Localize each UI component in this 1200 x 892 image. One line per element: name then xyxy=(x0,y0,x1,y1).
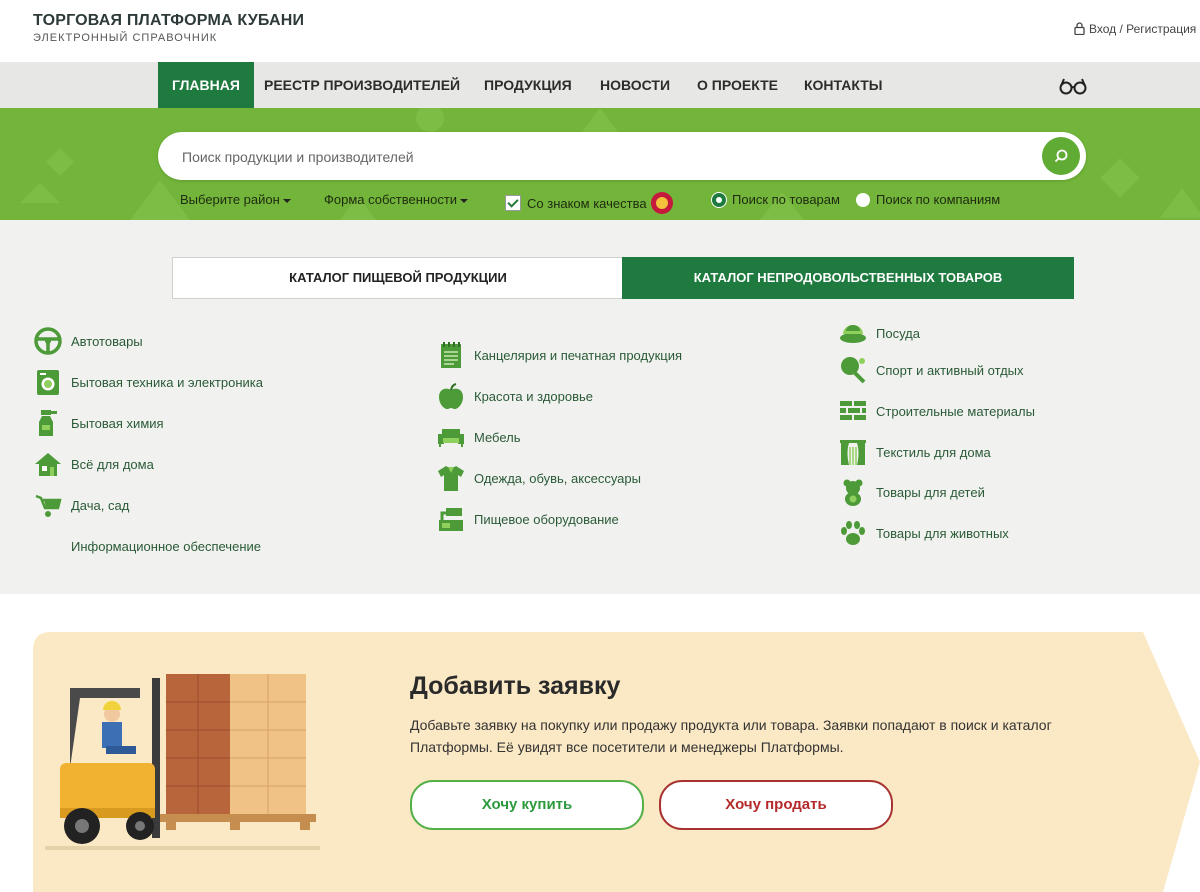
radio-companies-label: Поиск по компаниям xyxy=(876,192,1001,207)
washing-machine-icon xyxy=(37,370,59,395)
top-header: ТОРГОВАЯ ПЛАТФОРМА КУБАНИ ЭЛЕКТРОННЫЙ СП… xyxy=(0,0,1200,62)
ownership-select[interactable]: Форма собственности xyxy=(324,192,469,207)
category-stationery[interactable]: Канцелярия и печатная продукция xyxy=(436,340,682,370)
search-icon xyxy=(1054,149,1068,163)
plates-icon xyxy=(840,325,866,343)
category-label: Одежда, обувь, аксессуары xyxy=(474,470,641,486)
teddy-bear-icon xyxy=(843,479,863,506)
category-label: Автотовары xyxy=(71,333,143,349)
category-label: Красота и здоровье xyxy=(474,388,594,404)
category-kids[interactable]: Товары для детей xyxy=(838,477,985,507)
radio-goods-label: Поиск по товарам xyxy=(732,192,840,207)
lock-icon xyxy=(1074,22,1085,36)
category-textile[interactable]: Текстиль для дома xyxy=(838,437,991,467)
category-garden[interactable]: Дача, сад xyxy=(33,490,129,520)
category-auto[interactable]: Автотовары xyxy=(33,326,143,356)
forklift-illustration xyxy=(45,674,320,850)
want-to-buy-button[interactable]: Хочу купить xyxy=(410,780,644,830)
spray-bottle-icon xyxy=(39,410,57,436)
quality-label: Со знаком качества xyxy=(527,196,647,211)
bricks-icon xyxy=(840,401,866,420)
category-label: Товары для животных xyxy=(876,525,1009,541)
category-label: Информационное обеспечение xyxy=(71,538,261,554)
category-home[interactable]: Всё для дома xyxy=(33,449,154,479)
shirt-icon xyxy=(438,466,464,491)
category-label: Посуда xyxy=(876,325,920,341)
curtains-icon xyxy=(840,440,866,465)
food-equipment-icon xyxy=(439,508,463,531)
category-appliances[interactable]: Бытовая техника и электроника xyxy=(33,367,263,397)
search-bar xyxy=(158,132,1086,182)
site-subtitle: ЭЛЕКТРОННЫЙ СПРАВОЧНИК xyxy=(33,32,218,44)
sofa-icon xyxy=(438,429,464,447)
radio-selected-icon[interactable] xyxy=(712,193,726,207)
nav-item-contacts[interactable]: КОНТАКТЫ xyxy=(804,62,882,108)
category-label: Бытовая техника и электроника xyxy=(71,374,263,390)
apple-icon xyxy=(439,383,463,409)
category-beauty[interactable]: Красота и здоровье xyxy=(436,381,593,411)
chevron-down-icon xyxy=(460,198,469,203)
login-link[interactable]: Вход / Регистрация xyxy=(1074,22,1196,36)
category-furniture[interactable]: Мебель xyxy=(436,422,521,452)
category-clothing[interactable]: Одежда, обувь, аксессуары xyxy=(436,463,641,493)
tab-food-catalog[interactable]: КАТАЛОГ ПИЩЕВОЙ ПРОДУКЦИИ xyxy=(172,257,624,299)
category-label: Товары для детей xyxy=(876,484,985,500)
category-building[interactable]: Строительные материалы xyxy=(838,396,1035,426)
chevron-down-icon xyxy=(282,198,291,203)
paw-icon xyxy=(841,521,865,545)
glasses-icon[interactable] xyxy=(1058,76,1088,96)
district-select[interactable]: Выберите район xyxy=(180,192,291,207)
category-chemicals[interactable]: Бытовая химия xyxy=(33,408,164,438)
category-label: Текстиль для дома xyxy=(876,444,991,460)
search-button[interactable] xyxy=(1042,137,1080,175)
house-icon xyxy=(35,453,61,476)
category-sport[interactable]: Спорт и активный отдых xyxy=(838,355,1024,385)
search-input[interactable] xyxy=(180,132,1024,182)
wheelbarrow-icon xyxy=(35,494,62,517)
category-info[interactable]: Информационное обеспечение xyxy=(33,531,261,561)
quality-checkbox[interactable]: Со знаком качества xyxy=(505,192,673,214)
nav-item-registry[interactable]: РЕЕСТР ПРОИЗВОДИТЕЛЕЙ xyxy=(264,62,460,108)
district-label: Выберите район xyxy=(180,192,280,207)
radio-empty-icon[interactable] xyxy=(856,193,870,207)
catalog-tabs: КАТАЛОГ ПИЩЕВОЙ ПРОДУКЦИИ КАТАЛОГ НЕПРОД… xyxy=(172,257,1074,299)
request-title: Добавить заявку xyxy=(410,672,621,700)
want-to-sell-button[interactable]: Хочу продать xyxy=(659,780,893,830)
category-label: Пищевое оборудование xyxy=(474,511,619,527)
tab-nonfood-catalog[interactable]: КАТАЛОГ НЕПРОДОВОЛЬСТВЕННЫХ ТОВАРОВ xyxy=(622,257,1074,299)
notepad-icon xyxy=(441,342,461,368)
login-label: Вход / Регистрация xyxy=(1089,22,1197,36)
category-dishes[interactable]: Посуда xyxy=(838,318,920,348)
nav-item-news[interactable]: НОВОСТИ xyxy=(600,62,670,108)
radio-companies[interactable]: Поиск по компаниям xyxy=(856,192,1000,207)
category-label: Строительные материалы xyxy=(876,403,1035,419)
radio-goods[interactable]: Поиск по товарам xyxy=(712,192,840,207)
category-label: Бытовая химия xyxy=(71,415,164,431)
nav-item-home[interactable]: ГЛАВНАЯ xyxy=(158,62,254,108)
search-hero: Выберите район Форма собственности Со зн… xyxy=(0,108,1200,220)
nav-item-products[interactable]: ПРОДУКЦИЯ xyxy=(484,62,572,108)
nav-item-about[interactable]: О ПРОЕКТЕ xyxy=(697,62,778,108)
steering-wheel-icon xyxy=(34,327,62,355)
checkbox-checked-icon[interactable] xyxy=(505,195,521,211)
category-label: Всё для дома xyxy=(71,456,154,472)
ping-pong-icon xyxy=(841,357,866,384)
blank-icon xyxy=(33,531,63,561)
category-label: Дача, сад xyxy=(71,497,130,513)
category-label: Канцелярия и печатная продукция xyxy=(474,347,683,363)
site-title[interactable]: ТОРГОВАЯ ПЛАТФОРМА КУБАНИ xyxy=(33,12,304,30)
category-label: Спорт и активный отдых xyxy=(876,362,1024,378)
quality-mark-icon xyxy=(650,192,673,214)
category-label: Мебель xyxy=(474,429,521,445)
category-pets[interactable]: Товары для животных xyxy=(838,518,1009,548)
request-description: Добавьте заявку на покупку или продажу п… xyxy=(410,717,1052,755)
ownership-label: Форма собственности xyxy=(324,192,458,207)
category-food-equipment[interactable]: Пищевое оборудование xyxy=(436,504,619,534)
main-nav: ГЛАВНАЯ РЕЕСТР ПРОИЗВОДИТЕЛЕЙ ПРОДУКЦИЯ … xyxy=(0,62,1200,108)
